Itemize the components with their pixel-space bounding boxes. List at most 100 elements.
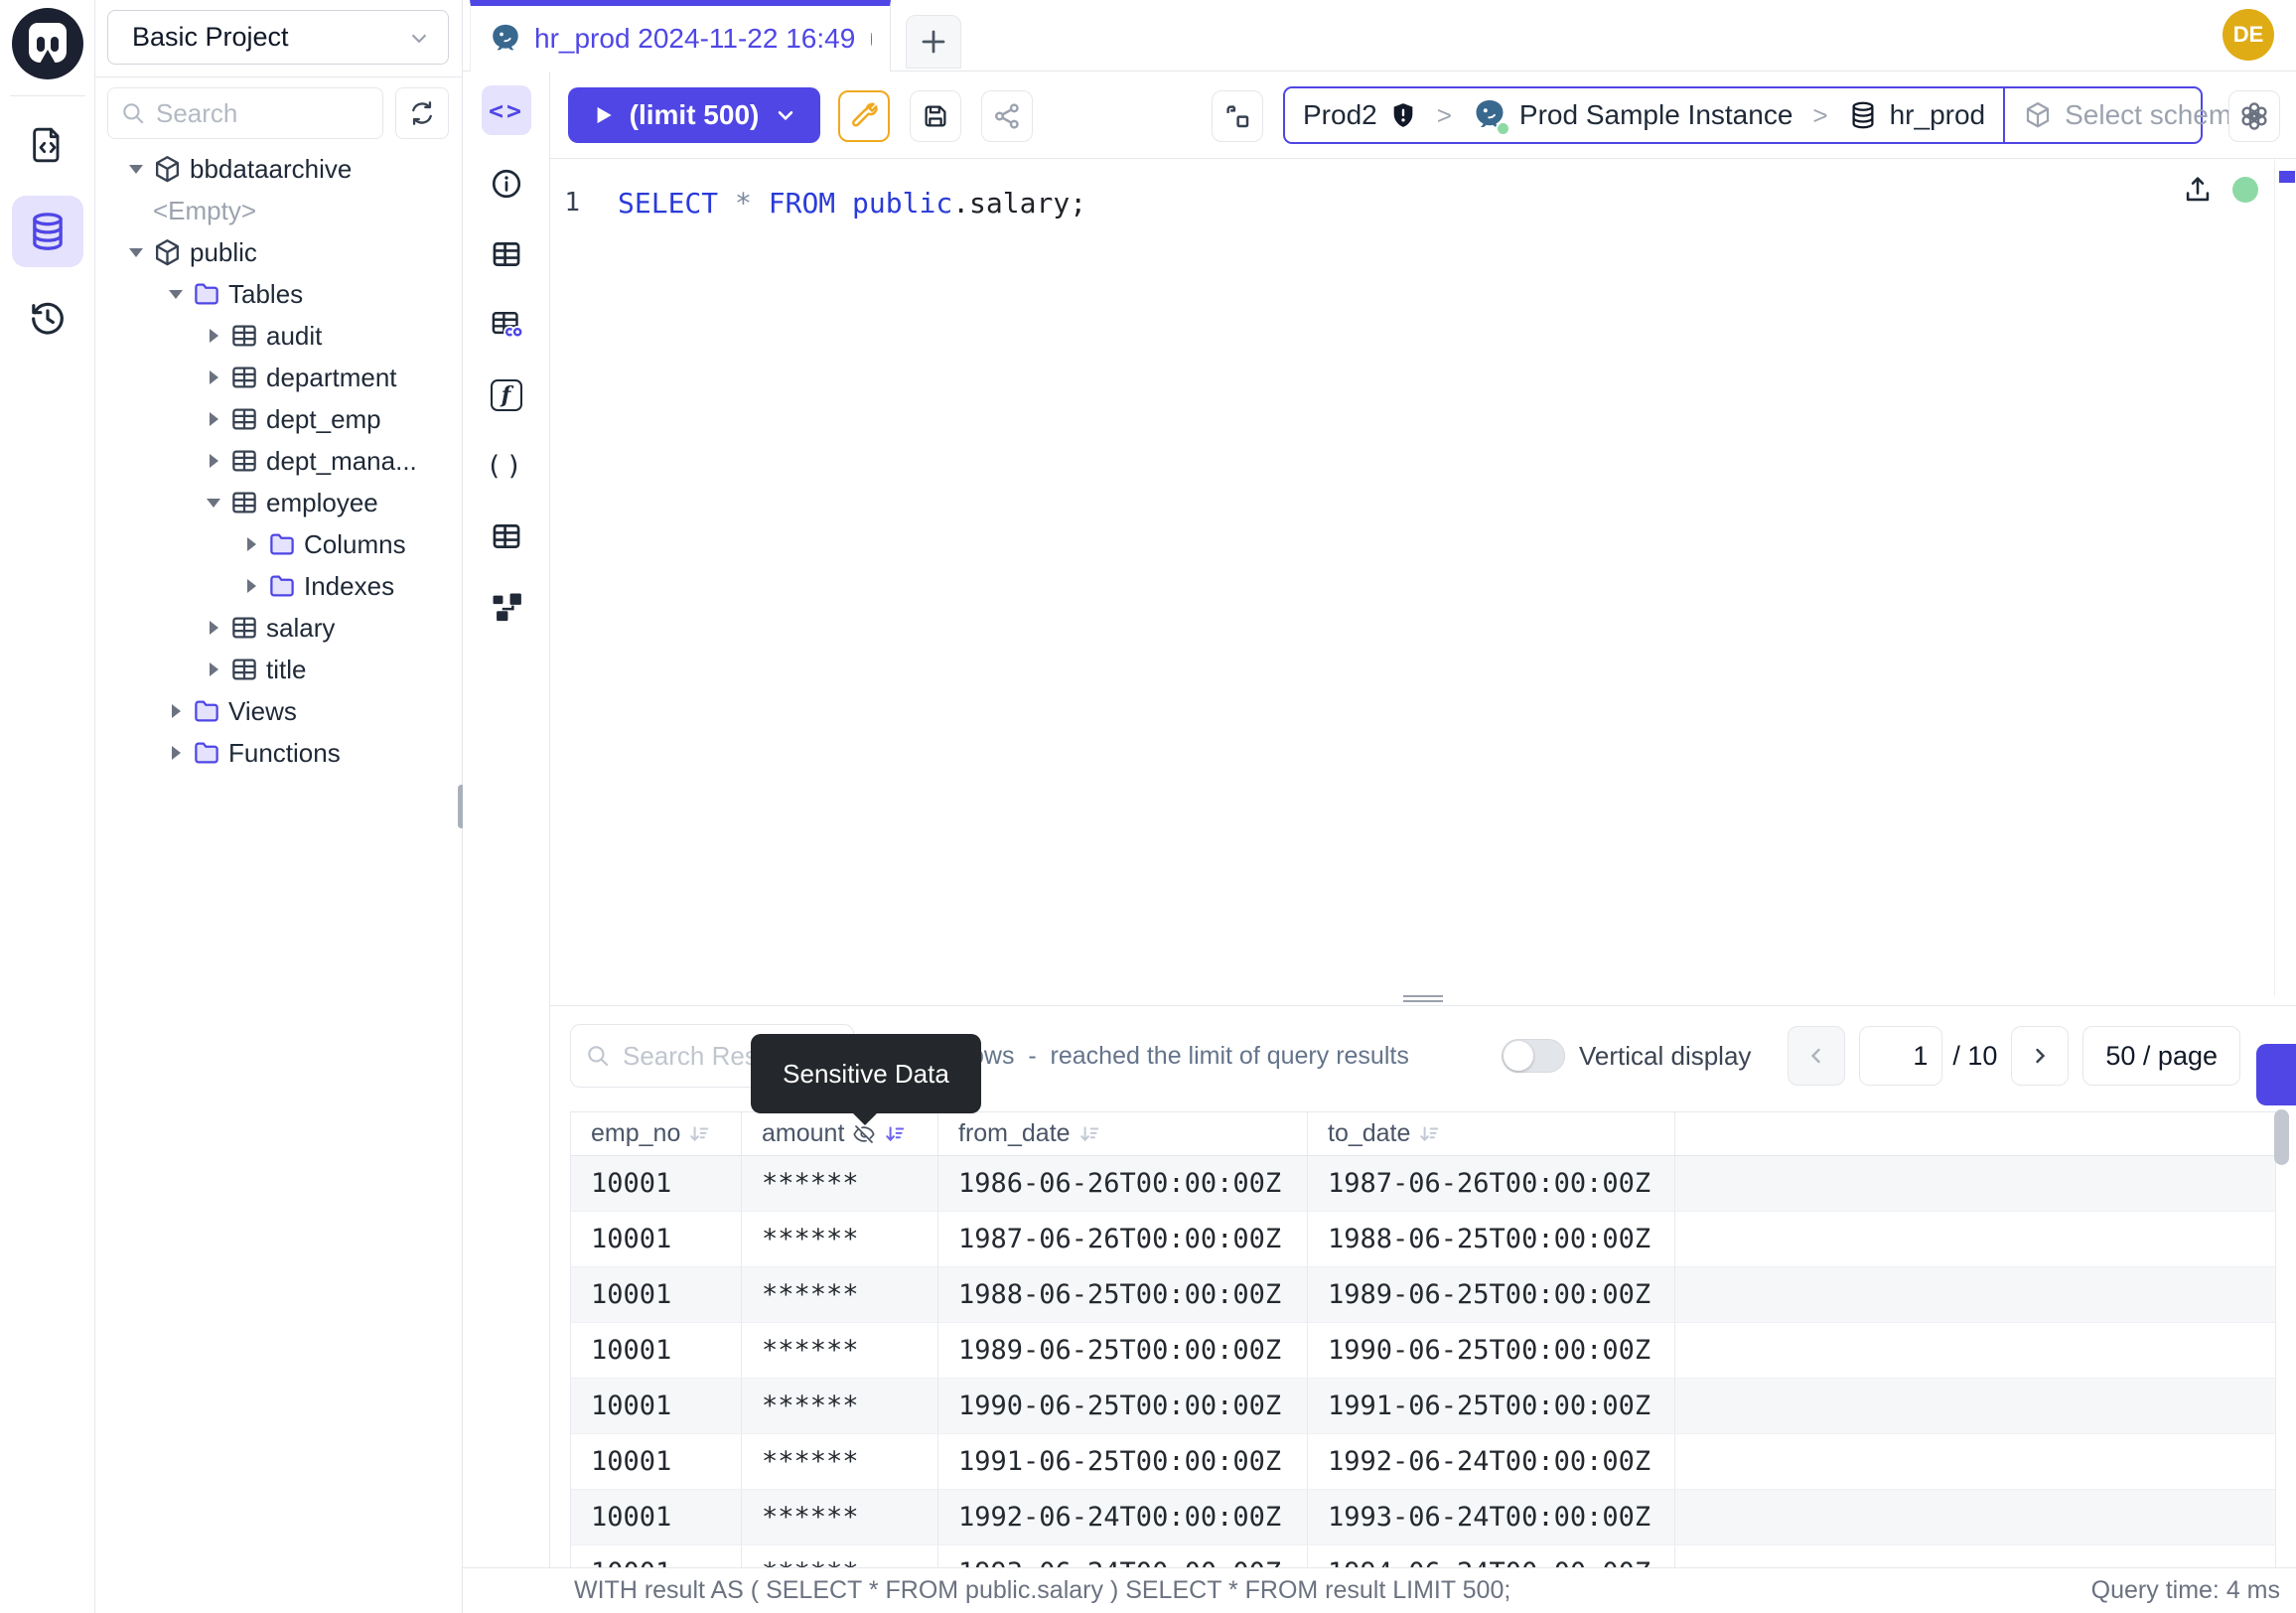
cell-emp-no[interactable]: 10001 [571, 1212, 742, 1267]
cell-emp-no[interactable]: 10001 [571, 1267, 742, 1323]
caret-right-icon[interactable] [205, 329, 222, 343]
tree-item-bbdataarchive[interactable]: bbdataarchive [95, 148, 463, 190]
tree-item-audit[interactable]: audit [95, 315, 463, 357]
column-header-from-date[interactable]: from_date [938, 1112, 1308, 1156]
cell-amount-masked[interactable]: ****** [742, 1490, 938, 1545]
project-selector[interactable]: Basic Project [107, 10, 449, 65]
save-button[interactable] [910, 90, 961, 142]
cell-amount-masked[interactable]: ****** [742, 1212, 938, 1267]
sort-icon[interactable] [1418, 1123, 1440, 1145]
tree-item-department[interactable]: department [95, 357, 463, 398]
sidebar-search-input[interactable] [156, 98, 370, 129]
schema-diagram-icon[interactable] [490, 590, 523, 624]
code-view-button[interactable]: <> [482, 85, 531, 135]
sort-icon[interactable] [688, 1123, 710, 1145]
tree-item-public[interactable]: public [95, 231, 463, 273]
cell-to-date[interactable]: 1994-06-24T00:00:00Z [1308, 1545, 1675, 1567]
caret-down-icon[interactable] [167, 290, 185, 299]
tree-item-salary[interactable]: salary [95, 607, 463, 649]
cell-from-date[interactable]: 1992-06-24T00:00:00Z [938, 1490, 1308, 1545]
tree-item-employee[interactable]: employee [95, 482, 463, 523]
caret-right-icon[interactable] [167, 704, 185, 718]
cell-emp-no[interactable]: 10001 [571, 1323, 742, 1379]
table-row[interactable]: 10001 ****** 1989-06-25T00:00:00Z 1990-0… [571, 1323, 2276, 1379]
cell-from-date[interactable]: 1991-06-25T00:00:00Z [938, 1434, 1308, 1490]
cell-to-date[interactable]: 1988-06-25T00:00:00Z [1308, 1212, 1675, 1267]
cell-to-date[interactable]: 1991-06-25T00:00:00Z [1308, 1379, 1675, 1434]
ai-assistant-button[interactable] [2228, 90, 2280, 142]
caret-down-icon[interactable] [127, 165, 145, 174]
editor-scrollbar[interactable] [2274, 159, 2296, 996]
new-tab-button[interactable] [906, 15, 961, 69]
databases-nav-button[interactable] [12, 196, 83, 267]
sort-icon-active[interactable] [884, 1123, 906, 1145]
cell-emp-no[interactable]: 10001 [571, 1545, 742, 1567]
cell-to-date[interactable]: 1990-06-25T00:00:00Z [1308, 1323, 1675, 1379]
refresh-button[interactable] [395, 87, 449, 139]
cell-to-date[interactable]: 1989-06-25T00:00:00Z [1308, 1267, 1675, 1323]
breadcrumb-instance[interactable]: Prod Sample Instance [1454, 88, 1811, 142]
cell-from-date[interactable]: 1988-06-25T00:00:00Z [938, 1267, 1308, 1323]
bytebase-logo[interactable] [12, 8, 83, 79]
eye-off-icon[interactable] [852, 1122, 876, 1146]
share-button[interactable] [981, 90, 1033, 142]
column-header-amount[interactable]: amount [742, 1112, 938, 1156]
table-row[interactable]: 10001 ****** 1988-06-25T00:00:00Z 1989-0… [571, 1267, 2276, 1323]
cell-from-date[interactable]: 1993-06-24T00:00:00Z [938, 1545, 1308, 1567]
history-nav-button[interactable] [12, 283, 83, 355]
column-header-emp-no[interactable]: emp_no [571, 1112, 742, 1156]
tree-item-dept-manager[interactable]: dept_mana... [95, 440, 463, 482]
page-size-select[interactable]: 50 / page [2082, 1026, 2240, 1086]
table-row[interactable]: 10001 ****** 1991-06-25T00:00:00Z 1992-0… [571, 1434, 2276, 1490]
cell-amount-masked[interactable]: ****** [742, 1323, 938, 1379]
sort-icon[interactable] [1078, 1123, 1100, 1145]
cell-emp-no[interactable]: 10001 [571, 1434, 742, 1490]
panel-resize-handle[interactable] [550, 991, 2296, 1005]
cell-from-date[interactable]: 1986-06-26T00:00:00Z [938, 1156, 1308, 1212]
column-header-to-date[interactable]: to_date [1308, 1112, 1675, 1156]
sensitive-table-icon[interactable] [490, 308, 523, 342]
cell-amount-masked[interactable]: ****** [742, 1434, 938, 1490]
external-table-icon[interactable] [490, 519, 523, 553]
vertical-display-toggle[interactable] [1502, 1039, 1565, 1073]
cell-from-date[interactable]: 1989-06-25T00:00:00Z [938, 1323, 1308, 1379]
run-query-button[interactable]: (limit 500) [568, 87, 820, 143]
caret-right-icon[interactable] [205, 370, 222, 384]
cell-emp-no[interactable]: 10001 [571, 1490, 742, 1545]
cell-from-date[interactable]: 1990-06-25T00:00:00Z [938, 1379, 1308, 1434]
page-number-input[interactable] [1859, 1026, 1942, 1086]
caret-right-icon[interactable] [205, 621, 222, 635]
table-row[interactable]: 10001 ****** 1986-06-26T00:00:00Z 1987-0… [571, 1156, 2276, 1212]
tree-item-columns[interactable]: Columns [95, 523, 463, 565]
info-icon[interactable] [490, 167, 523, 201]
table-row[interactable]: 10001 ****** 1993-06-24T00:00:00Z 1994-0… [571, 1545, 2276, 1567]
caret-right-icon[interactable] [167, 746, 185, 760]
export-button[interactable] [2256, 1044, 2296, 1105]
worksheets-nav-button[interactable] [12, 109, 83, 181]
cell-amount-masked[interactable]: ****** [742, 1545, 938, 1567]
table-row[interactable]: 10001 ****** 1987-06-26T00:00:00Z 1988-0… [571, 1212, 2276, 1267]
switch-connection-button[interactable] [1212, 90, 1263, 142]
cell-to-date[interactable]: 1993-06-24T00:00:00Z [1308, 1490, 1675, 1545]
cell-amount-masked[interactable]: ****** [742, 1156, 938, 1212]
procedures-icon[interactable]: () [490, 449, 523, 483]
table-row[interactable]: 10001 ****** 1992-06-24T00:00:00Z 1993-0… [571, 1490, 2276, 1545]
chevron-down-icon[interactable] [773, 102, 798, 128]
tree-item-tables[interactable]: Tables [95, 273, 463, 315]
tree-item-dept-emp[interactable]: dept_emp [95, 398, 463, 440]
cell-to-date[interactable]: 1987-06-26T00:00:00Z [1308, 1156, 1675, 1212]
tab-hr-prod[interactable]: hr_prod 2024-11-22 16:49 [470, 0, 891, 72]
tree-item-views[interactable]: Views [95, 690, 463, 732]
caret-right-icon[interactable] [205, 412, 222, 426]
caret-down-icon[interactable] [127, 248, 145, 257]
breadcrumb-database[interactable]: hr_prod [1830, 88, 2004, 142]
caret-right-icon[interactable] [242, 537, 260, 551]
caret-down-icon[interactable] [205, 499, 222, 508]
avatar[interactable]: DE [2223, 9, 2274, 61]
cell-emp-no[interactable]: 10001 [571, 1379, 742, 1434]
cell-amount-masked[interactable]: ****** [742, 1267, 938, 1323]
sidebar-search[interactable] [107, 87, 383, 139]
table-scrollbar-thumb[interactable] [2274, 1109, 2289, 1165]
format-sql-button[interactable] [838, 90, 890, 142]
cell-to-date[interactable]: 1992-06-24T00:00:00Z [1308, 1434, 1675, 1490]
